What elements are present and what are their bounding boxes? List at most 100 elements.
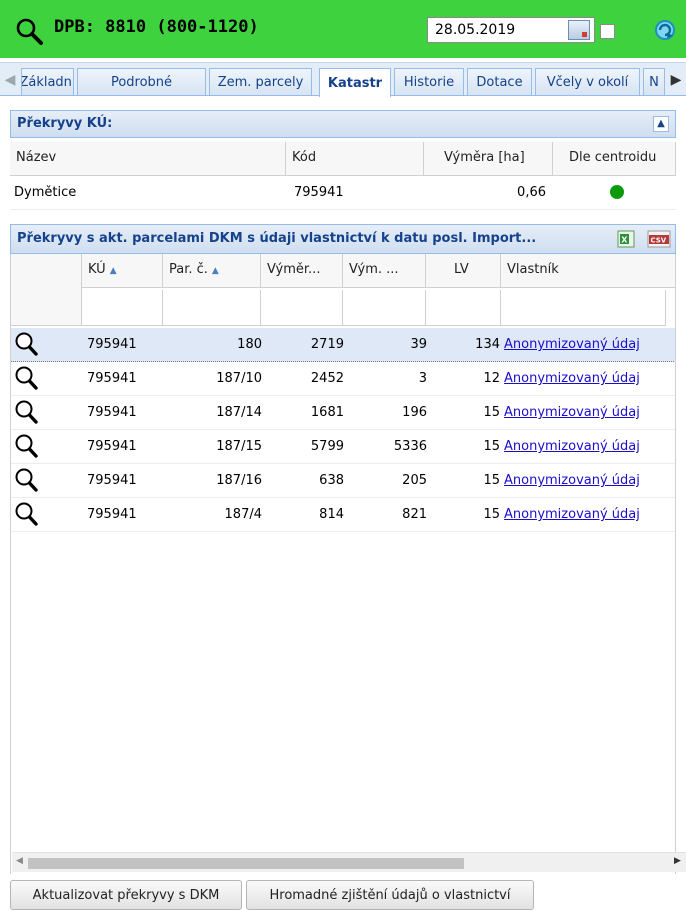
scroll-left-icon[interactable]: ◀ <box>16 856 23 866</box>
cell-lv: 134 <box>475 337 500 352</box>
owner-link[interactable]: Anonymizovaný údaj <box>504 337 640 352</box>
tab-zakladni[interactable]: Základní <box>21 68 74 95</box>
tab-n[interactable]: N <box>643 68 665 95</box>
tab-vcely-v-okoli[interactable]: Včely v okolí <box>535 68 640 95</box>
filter-vymera-input[interactable] <box>261 290 343 326</box>
cell-vym: 196 <box>402 405 427 420</box>
ku-col-kod[interactable]: Kód <box>286 142 424 176</box>
ku-col-dle-centroidu[interactable]: Dle centroidu <box>553 142 676 176</box>
bulk-owner-lookup-button[interactable]: Hromadné zjištění údajů o vlastnictví <box>246 880 534 910</box>
tab-scroll-right-icon[interactable]: ▶ <box>668 63 684 97</box>
filter-vlastnik-input[interactable] <box>501 290 666 326</box>
cell-ku: 795941 <box>87 507 137 522</box>
refresh-icon[interactable] <box>652 17 678 43</box>
dkm-col-vymera[interactable]: Výměr... <box>261 254 343 288</box>
csv-icon[interactable]: CSV <box>647 230 671 248</box>
cell-vymera: 814 <box>319 507 344 522</box>
ku-col-vymera[interactable]: Výměra [ha] <box>424 142 553 176</box>
magnifier-icon[interactable] <box>14 364 40 392</box>
filter-par-input[interactable] <box>163 290 261 326</box>
dkm-col-ku-label: KÚ <box>88 262 106 277</box>
dkm-col-vlastnik[interactable]: Vlastník <box>501 254 676 288</box>
filter-vym-input[interactable] <box>343 290 426 326</box>
cell-par: 180 <box>237 337 262 352</box>
dkm-table-row[interactable]: 795941 187/15 5799 5336 15 Anonymizovaný… <box>10 430 676 464</box>
dkm-col-vym[interactable]: Vým. ... <box>343 254 426 288</box>
dkm-table-row[interactable]: 795941 180 2719 39 134 Anonymizovaný úda… <box>10 328 676 362</box>
tab-dotace[interactable]: Dotace <box>467 68 532 95</box>
dkm-table-row[interactable]: 795941 187/14 1681 196 15 Anonymizovaný … <box>10 396 676 430</box>
tab-podrobne[interactable]: Podrobné <box>77 68 206 95</box>
dkm-col-ku[interactable]: KÚ ▲ <box>82 254 163 288</box>
dkm-col-lv[interactable]: LV <box>426 254 501 288</box>
svg-text:X: X <box>621 236 628 245</box>
tab-scroll-left-icon[interactable]: ◀ <box>2 63 18 97</box>
cell-par: 187/4 <box>224 507 262 522</box>
cell-lv: 15 <box>483 473 500 488</box>
ku-panel-title: Překryvy KÚ: <box>17 116 113 131</box>
cell-lv: 15 <box>483 439 500 454</box>
magnifier-icon[interactable] <box>14 500 40 528</box>
cell-vymera: 5799 <box>310 439 344 454</box>
search-icon[interactable] <box>14 16 44 46</box>
filter-lv-input[interactable] <box>426 290 501 326</box>
cell-vym: 39 <box>410 337 427 352</box>
dkm-col-icon <box>10 254 82 326</box>
header-checkbox[interactable] <box>600 24 615 39</box>
filter-ku-input[interactable] <box>82 290 163 326</box>
magnifier-icon[interactable] <box>14 466 40 494</box>
owner-link[interactable]: Anonymizovaný údaj <box>504 473 640 488</box>
dkm-table-row[interactable]: 795941 187/4 814 821 15 Anonymizovaný úd… <box>10 498 676 532</box>
ku-table-row[interactable]: Dymětice 795941 0,66 <box>10 176 676 210</box>
cell-ku: 795941 <box>87 439 137 454</box>
cell-vym: 3 <box>418 371 427 386</box>
scroll-right-icon[interactable]: ▶ <box>674 856 681 866</box>
ku-kod: 795941 <box>294 185 344 200</box>
cell-vymera: 2452 <box>310 371 344 386</box>
collapse-icon[interactable]: ▲ <box>653 116 669 132</box>
cell-vym: 5336 <box>393 439 427 454</box>
excel-icon[interactable]: X <box>617 230 635 248</box>
horizontal-scrollbar[interactable]: ◀ ▶ <box>12 852 686 872</box>
cell-vymera: 2719 <box>310 337 344 352</box>
cell-ku: 795941 <box>87 371 137 386</box>
owner-link[interactable]: Anonymizovaný údaj <box>504 371 640 386</box>
header-bar: DPB: 8810 (800-1120) <box>0 0 686 58</box>
svg-text:CSV: CSV <box>651 237 667 245</box>
magnifier-icon[interactable] <box>14 398 40 426</box>
ku-col-nazev[interactable]: Název <box>10 142 286 176</box>
owner-link[interactable]: Anonymizovaný údaj <box>504 507 640 522</box>
tab-zem-parcely[interactable]: Zem. parcely <box>209 68 312 95</box>
scrollbar-thumb[interactable] <box>28 858 464 869</box>
tab-strip: ◀ Základní Podrobné Zem. parcely Katastr… <box>0 62 686 97</box>
cell-vym: 821 <box>402 507 427 522</box>
cell-ku: 795941 <box>87 337 137 352</box>
cell-par: 187/10 <box>216 371 262 386</box>
cell-ku: 795941 <box>87 473 137 488</box>
ku-vymera: 0,66 <box>517 185 546 200</box>
owner-link[interactable]: Anonymizovaný údaj <box>504 439 640 454</box>
cell-vymera: 1681 <box>310 405 344 420</box>
magnifier-icon[interactable] <box>14 432 40 460</box>
cell-ku: 795941 <box>87 405 137 420</box>
cell-lv: 12 <box>483 371 500 386</box>
dkm-panel-header: Překryvy s akt. parcelami DKM s údaji vl… <box>10 224 676 254</box>
dkm-col-par-label: Par. č. <box>169 262 208 277</box>
tab-katastr[interactable]: Katastr <box>319 68 391 97</box>
calendar-icon[interactable] <box>568 20 590 40</box>
ku-nazev: Dymětice <box>14 185 77 200</box>
update-overlaps-button[interactable]: Aktualizovat překryvy s DKM <box>10 880 242 910</box>
dkm-panel-title: Překryvy s akt. parcelami DKM s údaji vl… <box>17 231 537 246</box>
header-title: DPB: 8810 (800-1120) <box>54 17 259 37</box>
magnifier-icon[interactable] <box>14 330 40 358</box>
centroid-status-dot <box>610 185 624 199</box>
tab-historie[interactable]: Historie <box>394 68 464 95</box>
sort-asc-icon: ▲ <box>109 266 117 276</box>
dkm-table-row[interactable]: 795941 187/10 2452 3 12 Anonymizovaný úd… <box>10 362 676 396</box>
ku-panel-header: Překryvy KÚ: ▲ <box>10 110 676 138</box>
dkm-table-row[interactable]: 795941 187/16 638 205 15 Anonymizovaný ú… <box>10 464 676 498</box>
owner-link[interactable]: Anonymizovaný údaj <box>504 405 640 420</box>
sort-asc-icon: ▲ <box>211 266 219 276</box>
dkm-col-par[interactable]: Par. č. ▲ <box>163 254 261 288</box>
cell-lv: 15 <box>483 405 500 420</box>
